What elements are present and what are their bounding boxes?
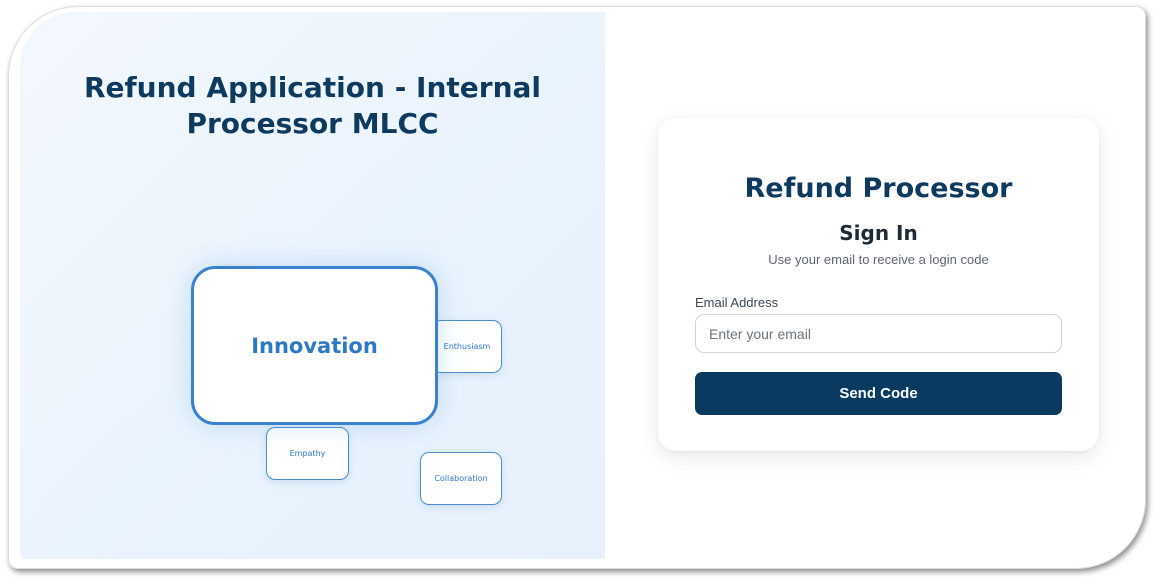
email-input[interactable] bbox=[695, 314, 1062, 353]
login-card: Refund Processor Sign In Use your email … bbox=[658, 118, 1099, 451]
value-card-innovation: Innovation bbox=[191, 266, 438, 425]
hero-title: Refund Application - Internal Processor … bbox=[20, 70, 605, 142]
login-title: Refund Processor bbox=[744, 173, 1013, 204]
login-panel: Refund Processor Sign In Use your email … bbox=[605, 12, 1138, 559]
email-label: Email Address bbox=[695, 295, 779, 310]
hero-title-line1: Refund Application - Internal bbox=[83, 71, 542, 104]
hero-title-line2: Processor MLCC bbox=[186, 107, 439, 140]
login-description: Use your email to receive a login code bbox=[768, 252, 989, 267]
value-card-empathy: Empathy bbox=[266, 427, 349, 480]
page-container: Refund Application - Internal Processor … bbox=[20, 12, 1138, 559]
value-card-enthusiasm: Enthusiasm bbox=[432, 320, 502, 373]
value-card-collaboration: Collaboration bbox=[420, 452, 502, 505]
window-frame: Refund Application - Internal Processor … bbox=[8, 6, 1146, 569]
send-code-button[interactable]: Send Code bbox=[695, 372, 1062, 415]
login-subtitle: Sign In bbox=[839, 221, 918, 245]
hero-panel: Refund Application - Internal Processor … bbox=[20, 12, 605, 559]
